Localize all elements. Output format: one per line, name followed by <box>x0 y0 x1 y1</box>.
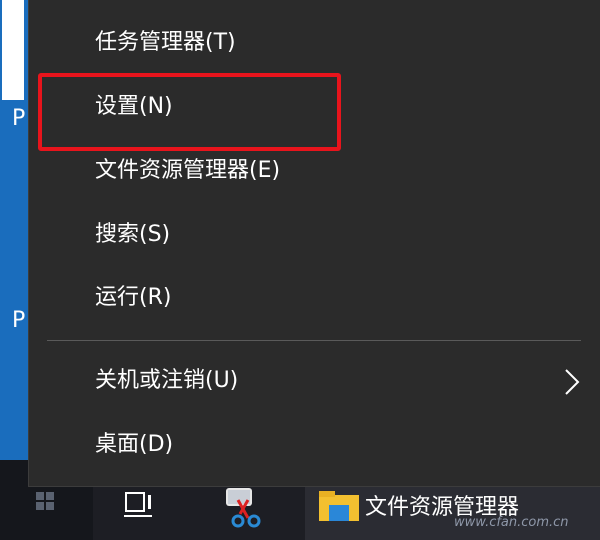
menu-item-task-manager[interactable]: 任务管理器(T) <box>29 13 600 75</box>
snipping-tool-button[interactable] <box>218 488 268 528</box>
start-button[interactable] <box>36 492 54 510</box>
folder-icon <box>319 491 359 521</box>
menu-item-label: 任务管理器(T) <box>95 30 236 55</box>
menu-item-label: 桌面(D) <box>95 432 174 457</box>
menu-item-search[interactable]: 搜索(S) <box>29 205 600 267</box>
desktop-icon-tile[interactable] <box>2 0 24 100</box>
windows-logo-icon <box>36 492 54 510</box>
menu-item-label: 关机或注销(U) <box>95 368 239 393</box>
scissors-icon <box>226 488 261 528</box>
desktop-icon-label: P <box>12 106 26 131</box>
desktop-icon-label-2: P <box>12 308 26 333</box>
chevron-right-icon <box>565 369 580 395</box>
highlight-box <box>38 73 341 151</box>
screen: P P 文件资源管理器 www.cfan.com.cn 任务管理器(T) 设置(… <box>0 0 600 540</box>
task-view-button[interactable] <box>124 491 158 519</box>
menu-item-label: 运行(R) <box>95 285 172 310</box>
menu-item-label: 搜索(S) <box>95 222 171 247</box>
menu-item-desktop[interactable]: 桌面(D) <box>29 415 600 477</box>
menu-item-shutdown-or-signout[interactable]: 关机或注销(U) <box>29 351 600 413</box>
desktop-background: P P <box>0 0 30 460</box>
task-view-icon <box>124 492 152 517</box>
menu-item-label: 文件资源管理器(E) <box>95 158 281 183</box>
watermark: www.cfan.com.cn <box>454 515 569 530</box>
menu-item-run[interactable]: 运行(R) <box>29 268 600 330</box>
menu-separator <box>47 340 581 341</box>
